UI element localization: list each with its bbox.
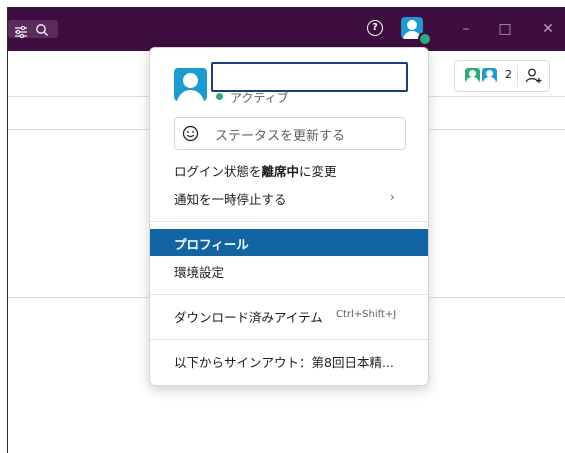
pause-notifications-label: 通知を一時停止する: [174, 192, 287, 207]
menu-divider: [150, 339, 428, 340]
members-separator: [517, 65, 518, 87]
sign-out-item[interactable]: 以下からサインアウト：第8回日本精...: [150, 347, 428, 374]
help-icon[interactable]: ?: [367, 20, 383, 36]
downloads-item[interactable]: ダウンロード済みアイテム Ctrl+Shift+J: [150, 302, 428, 329]
pause-notifications-item[interactable]: 通知を一時停止する ›: [150, 184, 428, 211]
profile-item[interactable]: プロフィール: [150, 229, 428, 256]
sign-out-label: 以下からサインアウト：第8回日本精...: [174, 355, 394, 370]
channel-members-button[interactable]: 2: [454, 60, 550, 92]
filter-icon[interactable]: [14, 23, 28, 42]
maximize-button[interactable]: □: [493, 17, 517, 41]
minimize-button[interactable]: –: [454, 17, 478, 41]
set-away-label: ログイン状態を離席中に変更: [174, 164, 337, 179]
status-placeholder: ステータスを更新する: [215, 129, 346, 144]
avatar-head: [407, 20, 417, 30]
menu-divider: [150, 221, 428, 222]
profile-label: プロフィール: [174, 237, 249, 252]
active-status-dot: [216, 93, 223, 100]
downloads-shortcut: Ctrl+Shift+J: [336, 309, 397, 320]
search-bar[interactable]: [8, 20, 58, 41]
close-button[interactable]: ✕: [536, 17, 560, 41]
profile-avatar: [174, 68, 207, 101]
downloads-label: ダウンロード済みアイテム: [174, 310, 323, 325]
search-icon[interactable]: [35, 22, 49, 41]
menu-divider: [150, 294, 428, 295]
preferences-item[interactable]: 環境設定: [150, 257, 428, 284]
user-name: [211, 62, 408, 92]
chevron-right-icon: ›: [390, 190, 395, 204]
preferences-label: 環境設定: [174, 265, 225, 280]
smile-icon: [182, 125, 199, 146]
member-avatar: [465, 68, 480, 83]
online-status-dot: [418, 32, 432, 46]
member-avatar: [482, 68, 497, 83]
member-count: 2: [505, 68, 512, 81]
set-away-item[interactable]: ログイン状態を離席中に変更: [150, 156, 428, 183]
titlebar: ? – □ ✕: [8, 7, 565, 51]
status-label: アクティブ: [230, 91, 289, 105]
status-update-input[interactable]: ステータスを更新する: [174, 117, 406, 150]
profile-menu: アクティブ ステータスを更新する ログイン状態を離席中に変更 通知を一時停止する…: [149, 47, 429, 386]
add-member-icon[interactable]: [525, 67, 543, 89]
